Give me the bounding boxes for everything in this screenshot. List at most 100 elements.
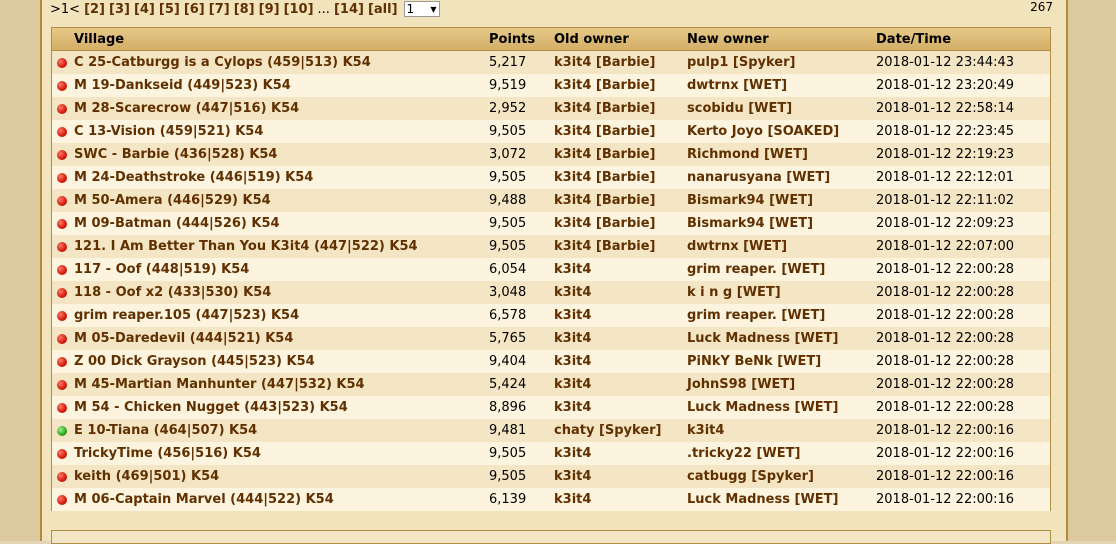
village-link[interactable]: M 19-Dankseid (449|523) K54 xyxy=(74,78,291,93)
page-link-9[interactable]: [9] xyxy=(259,2,280,17)
old-owner-link[interactable]: k3it4 xyxy=(554,308,687,323)
page-link-4[interactable]: [4] xyxy=(134,2,155,17)
village-link[interactable]: C 13-Vision (459|521) K54 xyxy=(74,124,263,139)
page-select[interactable]: 1 ▼ xyxy=(403,1,440,17)
page-link-7[interactable]: [7] xyxy=(209,2,230,17)
page-link-10[interactable]: [10] xyxy=(284,2,314,17)
old-owner-link[interactable]: chaty [Spyker] xyxy=(554,423,687,438)
table-row: keith (469|501) K54 9,505 k3it4 catbugg [Sp… xyxy=(52,465,1050,488)
datetime-cell: 2018-01-12 22:00:16 xyxy=(876,469,1015,484)
new-owner-link[interactable]: scobidu [WET] xyxy=(687,101,876,116)
old-owner-link[interactable]: k3it4 xyxy=(554,377,687,392)
new-owner-link[interactable]: Luck Madness [WET] xyxy=(687,492,876,507)
datetime-cell: 2018-01-12 22:00:28 xyxy=(876,331,1015,346)
old-owner-link[interactable]: k3it4 [Barbie] xyxy=(554,101,687,116)
current-page: >1< xyxy=(50,1,81,17)
village-cell: TrickyTime (456|516) K54 xyxy=(52,446,489,461)
pagination-ellipsis: ... xyxy=(317,1,330,17)
new-owner-link[interactable]: PiNkY BeNk [WET] xyxy=(687,354,876,369)
new-owner-link[interactable]: dwtrnx [WET] xyxy=(687,239,876,254)
page-link-5[interactable]: [5] xyxy=(159,2,180,17)
new-owner-link[interactable]: Bismark94 [WET] xyxy=(687,216,876,231)
datetime-cell: 2018-01-12 22:00:28 xyxy=(876,400,1015,415)
village-link[interactable]: TrickyTime (456|516) K54 xyxy=(74,446,261,461)
village-cell: M 50-Amera (446|529) K54 xyxy=(52,193,489,208)
points-cell: 9,481 xyxy=(489,423,527,438)
village-link[interactable]: M 45-Martian Manhunter (447|532) K54 xyxy=(74,377,365,392)
village-link[interactable]: keith (469|501) K54 xyxy=(74,469,219,484)
old-owner-link[interactable]: k3it4 xyxy=(554,469,687,484)
village-cell: SWC - Barbie (436|528) K54 xyxy=(52,147,489,162)
village-link[interactable]: M 24-Deathstroke (446|519) K54 xyxy=(74,170,313,185)
new-owner-link[interactable]: .tricky22 [WET] xyxy=(687,446,876,461)
points-cell: 9,404 xyxy=(489,354,527,369)
village-cell: M 09-Batman (444|526) K54 xyxy=(52,216,489,231)
new-owner-link[interactable]: grim reaper. [WET] xyxy=(687,262,876,277)
old-owner-link[interactable]: k3it4 [Barbie] xyxy=(554,239,687,254)
village-link[interactable]: grim reaper.105 (447|523) K54 xyxy=(74,308,299,323)
new-owner-link[interactable]: grim reaper. [WET] xyxy=(687,308,876,323)
points-cell: 2,952 xyxy=(489,101,527,116)
new-owner-link[interactable]: JohnS98 [WET] xyxy=(687,377,876,392)
new-owner-link[interactable]: Richmond [WET] xyxy=(687,147,876,162)
village-link[interactable]: C 25-Catburgg is a Cylops (459|513) K54 xyxy=(74,55,371,70)
new-owner-link[interactable]: catbugg [Spyker] xyxy=(687,469,876,484)
village-link[interactable]: M 09-Batman (444|526) K54 xyxy=(74,216,280,231)
header-village: Village xyxy=(74,31,125,47)
page-link-14[interactable]: [14] xyxy=(334,2,364,17)
new-owner-link[interactable]: Kerto Joyo [SOAKED] xyxy=(687,124,876,139)
old-owner-link[interactable]: k3it4 xyxy=(554,285,687,300)
old-owner-link[interactable]: k3it4 xyxy=(554,331,687,346)
new-owner-link[interactable]: k i n g [WET] xyxy=(687,285,876,300)
new-owner-link[interactable]: Luck Madness [WET] xyxy=(687,331,876,346)
page-link-all[interactable]: [all] xyxy=(368,2,398,17)
village-link[interactable]: M 54 - Chicken Nugget (443|523) K54 xyxy=(74,400,348,415)
datetime-cell: 2018-01-12 22:00:28 xyxy=(876,262,1015,277)
old-owner-link[interactable]: k3it4 xyxy=(554,446,687,461)
new-owner-link[interactable]: pulp1 [Spyker] xyxy=(687,55,876,70)
red-dot-icon xyxy=(57,448,67,459)
village-link[interactable]: M 05-Daredevil (444|521) K54 xyxy=(74,331,293,346)
old-owner-link[interactable]: k3it4 xyxy=(554,262,687,277)
pagination-top: >1< [2] [3] [4] [5] [6] [7] [8] [9] [10]… xyxy=(50,0,1053,18)
village-link[interactable]: M 50-Amera (446|529) K54 xyxy=(74,193,271,208)
datetime-cell: 2018-01-12 22:00:28 xyxy=(876,285,1015,300)
table-row: M 24-Deathstroke (446|519) K54 9,505 k3it4… xyxy=(52,166,1050,189)
old-owner-link[interactable]: k3it4 [Barbie] xyxy=(554,170,687,185)
village-link[interactable]: E 10-Tiana (464|507) K54 xyxy=(74,423,257,438)
old-owner-link[interactable]: k3it4 [Barbie] xyxy=(554,216,687,231)
datetime-cell: 2018-01-12 22:00:28 xyxy=(876,354,1015,369)
page-link-8[interactable]: [8] xyxy=(234,2,255,17)
datetime-cell: 2018-01-12 22:12:01 xyxy=(876,170,1015,185)
old-owner-link[interactable]: k3it4 [Barbie] xyxy=(554,78,687,93)
village-link[interactable]: M 28-Scarecrow (447|516) K54 xyxy=(74,101,299,116)
old-owner-link[interactable]: k3it4 xyxy=(554,400,687,415)
village-link[interactable]: Z 00 Dick Grayson (445|523) K54 xyxy=(74,354,315,369)
village-link[interactable]: 117 - Oof (448|519) K54 xyxy=(74,262,249,277)
old-owner-link[interactable]: k3it4 xyxy=(554,492,687,507)
table-row: 118 - Oof x2 (433|530) K54 3,048 k3it4 k i … xyxy=(52,281,1050,304)
old-owner-link[interactable]: k3it4 [Barbie] xyxy=(554,147,687,162)
old-owner-link[interactable]: k3it4 [Barbie] xyxy=(554,193,687,208)
new-owner-link[interactable]: k3it4 xyxy=(687,423,876,438)
new-owner-link[interactable]: Bismark94 [WET] xyxy=(687,193,876,208)
village-link[interactable]: 118 - Oof x2 (433|530) K54 xyxy=(74,285,271,300)
page-link-2[interactable]: [2] xyxy=(84,2,105,17)
village-cell: M 19-Dankseid (449|523) K54 xyxy=(52,78,489,93)
new-owner-link[interactable]: nanarusyana [WET] xyxy=(687,170,876,185)
village-link[interactable]: M 06-Captain Marvel (444|522) K54 xyxy=(74,492,334,507)
new-owner-link[interactable]: Luck Madness [WET] xyxy=(687,400,876,415)
page-link-6[interactable]: [6] xyxy=(184,2,205,17)
page-link-3[interactable]: [3] xyxy=(109,2,130,17)
old-owner-link[interactable]: k3it4 xyxy=(554,354,687,369)
old-owner-link[interactable]: k3it4 [Barbie] xyxy=(554,124,687,139)
chevron-down-icon: ▼ xyxy=(430,4,437,14)
table-row: Z 00 Dick Grayson (445|523) K54 9,404 k3it… xyxy=(52,350,1050,373)
village-link[interactable]: 121. I Am Better Than You K3it4 (447|522… xyxy=(74,239,418,254)
red-dot-icon xyxy=(57,195,67,206)
points-cell: 3,048 xyxy=(489,285,527,300)
old-owner-link[interactable]: k3it4 [Barbie] xyxy=(554,55,687,70)
new-owner-link[interactable]: dwtrnx [WET] xyxy=(687,78,876,93)
village-link[interactable]: SWC - Barbie (436|528) K54 xyxy=(74,147,277,162)
table-header: Village Points Old owner New owner Date/… xyxy=(52,28,1050,51)
